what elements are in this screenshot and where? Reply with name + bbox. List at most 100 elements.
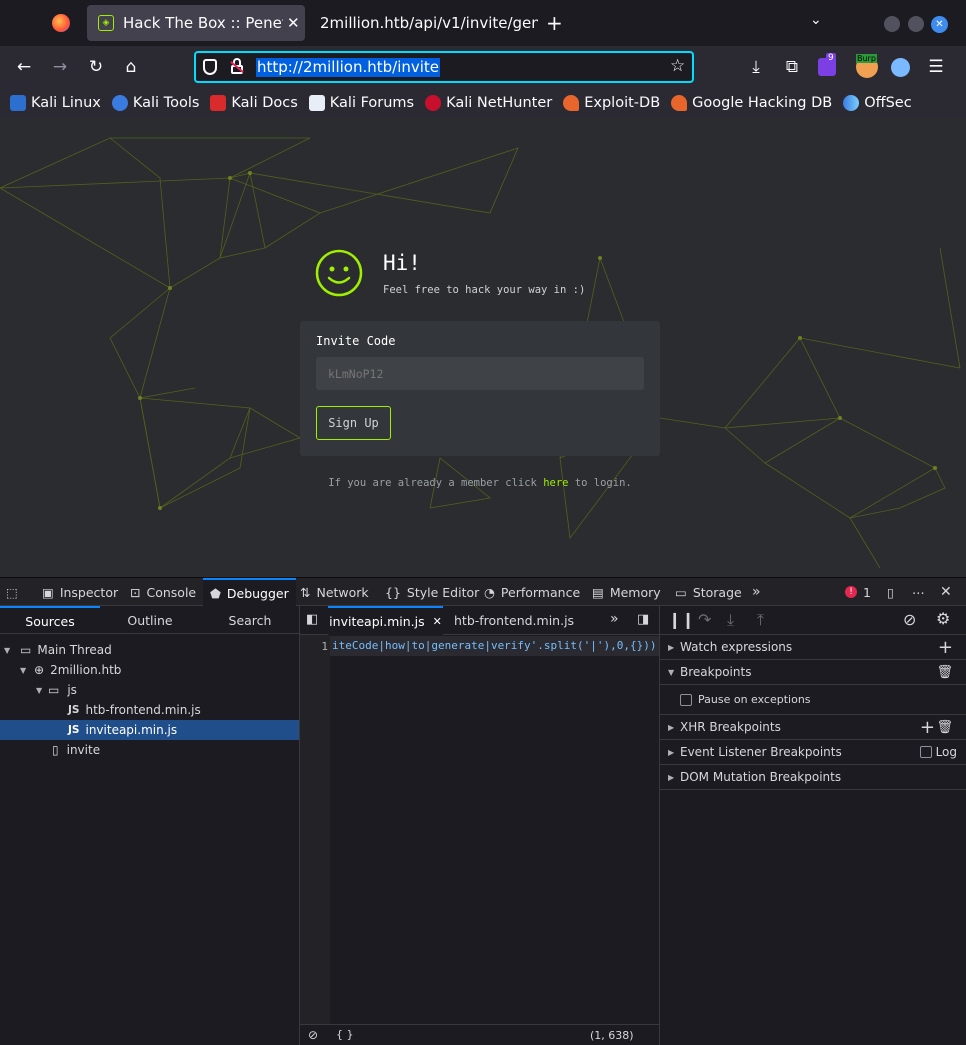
element-picker-icon[interactable]: ⬚ — [6, 578, 18, 606]
bookmark-kali-tools[interactable]: Kali Tools — [111, 95, 199, 111]
tree-file-invite[interactable]: ▯ invite — [0, 740, 299, 760]
devtools-menu-icon[interactable]: ⋯ — [912, 578, 925, 606]
tracking-protection-icon[interactable] — [203, 59, 217, 75]
tree-host[interactable]: ▼ ⊕ 2million.htb — [0, 660, 299, 680]
burp-extension-icon[interactable]: Burp — [856, 54, 878, 78]
pause-icon[interactable]: ❙❙ — [668, 610, 695, 629]
page-viewport: Hi! Feel free to hack your way in :) Inv… — [0, 118, 966, 577]
bookmark-kali-nethunter[interactable]: Kali NetHunter — [425, 95, 552, 111]
add-xhr-icon[interactable]: + — [920, 717, 935, 738]
code-line[interactable]: iteCode|how|to|generate|verify'.split('|… — [330, 636, 659, 656]
greeting-heading: Hi! — [383, 251, 421, 275]
breakpoints-section[interactable]: ▼ Breakpoints 🗑 — [660, 660, 966, 685]
settings-gear-icon[interactable]: ⚙ — [936, 609, 950, 628]
tree-file-inviteapi[interactable]: JS inviteapi.min.js — [0, 720, 299, 740]
editor-footer: ⊘ { } (1, 638) — [300, 1024, 659, 1045]
reload-icon[interactable]: ↻ — [83, 54, 109, 80]
more-editor-tabs-chevron-icon[interactable]: » — [610, 611, 619, 627]
network-icon: ⇅ — [300, 584, 311, 600]
bookmark-kali-forums[interactable]: Kali Forums — [308, 95, 414, 111]
error-count-badge[interactable]: ! 1 — [845, 578, 871, 606]
devtools-tab-style-editor[interactable]: {} Style Editor — [385, 578, 479, 606]
back-icon[interactable]: ← — [11, 54, 37, 80]
url-text[interactable]: http://2million.htb/invite — [256, 58, 441, 77]
devtools-tab-performance[interactable]: ◔ Performance — [484, 578, 580, 606]
watch-expressions-section[interactable]: ▶ Watch expressions + — [660, 635, 966, 660]
menu-icon[interactable]: ☰ — [923, 54, 949, 80]
dock-options-icon[interactable]: ▯ — [887, 578, 894, 606]
bookmark-exploit-db[interactable]: Exploit-DB — [563, 95, 660, 111]
bookmark-kali-linux[interactable]: Kali Linux — [10, 95, 101, 111]
proxy-extension-icon[interactable] — [891, 58, 910, 77]
tree-file-htb-frontend[interactable]: JS htb-frontend.min.js — [0, 700, 299, 720]
url-bar[interactable]: http://2million.htb/invite ☆ — [194, 51, 694, 83]
more-tabs-chevron-icon[interactable]: » — [752, 578, 761, 606]
breakpoints-panel: ❙❙ ↷ ⤓ ⤒ ⊘ ⚙ ▶ Watch expressions + ▼ Breakp… — [659, 606, 966, 1045]
extension-icon[interactable]: 9 — [818, 53, 836, 76]
step-over-icon[interactable]: ↷ — [698, 610, 711, 629]
window-close-button[interactable]: ✕ — [931, 16, 948, 33]
devtools-tab-network[interactable]: ⇅ Network — [300, 578, 369, 606]
inspector-icon: ▣ — [42, 584, 54, 600]
pause-on-exceptions-checkbox[interactable] — [680, 693, 692, 706]
insecure-lock-icon[interactable] — [230, 58, 244, 74]
step-in-icon[interactable]: ⤓ — [727, 610, 734, 630]
editor-tab-inviteapi[interactable]: inviteapi.min.js ✕ — [328, 606, 443, 635]
error-icon: ! — [845, 586, 857, 598]
sources-panel: Sources Outline Search ▼ ▭ Main Thread ▼ ⊕ 2… — [0, 606, 300, 1045]
extensions-icon[interactable]: ⧉ — [779, 54, 805, 80]
bookmark-google-hacking-db[interactable]: Google Hacking DB — [671, 95, 832, 111]
blackbox-source-icon[interactable]: ⊘ — [308, 1028, 318, 1042]
toggle-sidebar-icon[interactable]: ◧ — [306, 612, 318, 627]
minimize-button[interactable] — [884, 16, 900, 32]
tree-folder-js[interactable]: ▼ ▭ js — [0, 680, 299, 700]
bookmark-offsec[interactable]: OffSec — [843, 95, 912, 111]
dom-mutation-breakpoints-section[interactable]: ▶ DOM Mutation Breakpoints — [660, 765, 966, 790]
devtools-tab-debugger[interactable]: ⬟ Debugger — [203, 578, 296, 606]
bookmark-star-icon[interactable]: ☆ — [670, 56, 685, 76]
code-editor: ◧ inviteapi.min.js ✕ htb-frontend.min.js … — [300, 606, 659, 1045]
sign-up-button[interactable]: Sign Up — [316, 406, 391, 440]
xhr-breakpoints-section[interactable]: ▶ XHR Breakpoints + 🗑 — [660, 715, 966, 740]
devtools-close-icon[interactable]: ✕ — [940, 578, 952, 606]
tab-title: 2million.htb/api/v1/invite/generate — [320, 14, 538, 32]
tab-search[interactable]: Search — [200, 606, 300, 634]
tab-close-icon[interactable]: ✕ — [287, 14, 300, 32]
login-link[interactable]: here — [543, 477, 568, 489]
firefox-icon[interactable] — [52, 14, 70, 32]
bookmark-kali-docs[interactable]: Kali Docs — [210, 95, 298, 111]
devtools-tab-memory[interactable]: ▤ Memory — [592, 578, 661, 606]
tab-title: Hack The Box :: Penetration Tester Labs — [123, 14, 283, 32]
home-icon[interactable]: ⌂ — [118, 54, 144, 80]
event-listener-breakpoints-section[interactable]: ▶ Event Listener Breakpoints Log — [660, 740, 966, 765]
add-watch-icon[interactable]: + — [938, 637, 953, 658]
tree-main-thread[interactable]: ▼ ▭ Main Thread — [0, 640, 299, 660]
devtools-tab-inspector[interactable]: ▣ Inspector — [42, 578, 118, 606]
pretty-print-button[interactable]: { } — [336, 1028, 354, 1041]
devtools-tab-console[interactable]: ⊡ Console — [130, 578, 196, 606]
invite-code-input[interactable] — [316, 357, 644, 390]
list-all-tabs-icon[interactable]: ⌄ — [810, 12, 822, 28]
toggle-right-panel-icon[interactable]: ◨ — [637, 612, 649, 627]
maximize-button[interactable] — [908, 16, 924, 32]
new-tab-button[interactable]: + — [546, 11, 563, 35]
close-tab-icon[interactable]: ✕ — [433, 615, 442, 628]
offsec-icon — [843, 95, 860, 111]
step-out-icon[interactable]: ⤒ — [757, 610, 764, 630]
devtools-tab-storage[interactable]: ▭ Storage — [675, 578, 742, 606]
collapsed-arrow-icon: ▶ — [668, 722, 675, 732]
tab-invite-generate[interactable]: 2million.htb/api/v1/invite/generate — [310, 5, 540, 41]
invite-code-label: Invite Code — [316, 334, 396, 348]
tab-outline[interactable]: Outline — [100, 606, 200, 634]
remove-xhr-icon[interactable]: 🗑 — [936, 720, 953, 735]
style-editor-icon: {} — [385, 584, 401, 600]
expanded-arrow-icon: ▼ — [668, 667, 675, 677]
remove-all-breakpoints-icon[interactable]: 🗑 — [936, 665, 953, 680]
editor-tab-htb-frontend[interactable]: htb-frontend.min.js — [454, 606, 574, 635]
tab-sources[interactable]: Sources — [0, 606, 100, 634]
forward-icon[interactable]: → — [47, 54, 73, 80]
downloads-icon[interactable]: ⤓ — [743, 54, 769, 80]
tab-hackthebox[interactable]: ◈ Hack The Box :: Penetration Tester Lab… — [87, 5, 305, 41]
log-checkbox[interactable] — [919, 746, 932, 758]
disable-breakpoints-icon[interactable]: ⊘ — [903, 610, 916, 629]
